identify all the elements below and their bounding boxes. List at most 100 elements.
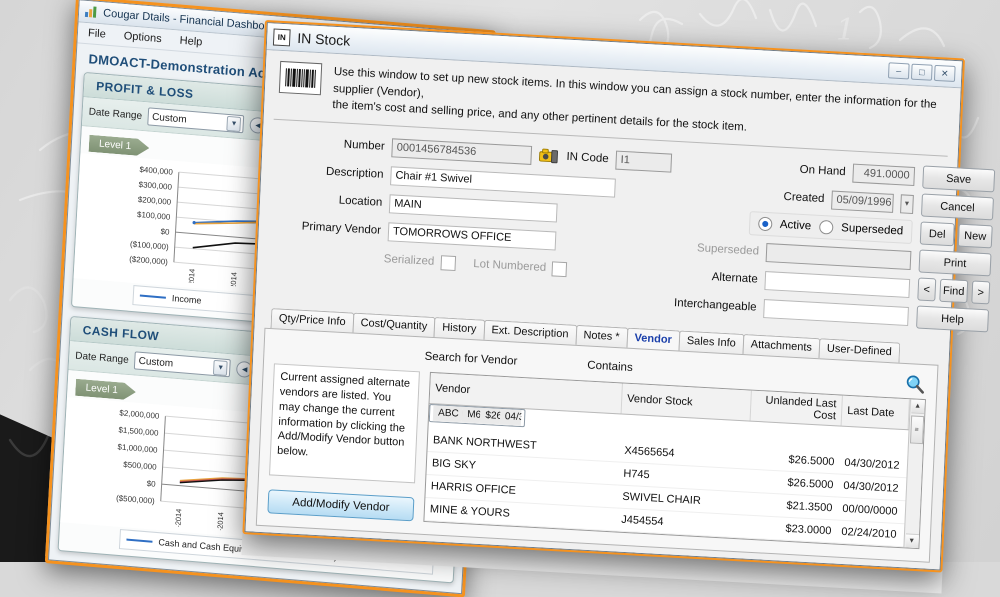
date-range-select-cf[interactable]: Custom ▼ [134, 351, 232, 378]
active-label: Active [779, 218, 812, 233]
vendor-tab-panel: Search for Vendor Contains Current assig… [255, 327, 939, 563]
add-modify-vendor-button[interactable]: Add/Modify Vendor [267, 489, 415, 522]
in-code-label: IN Code [566, 150, 609, 166]
svg-text:($500,000): ($500,000) [116, 494, 155, 506]
new-button[interactable]: New [957, 223, 993, 249]
scroll-down-icon[interactable]: ▼ [904, 533, 919, 549]
svg-text:$400,000: $400,000 [139, 165, 173, 177]
vendor-note-column: Current assigned alternate vendors are l… [267, 363, 420, 522]
chevron-down-icon[interactable]: ▼ [226, 115, 242, 133]
primary-vendor-field[interactable]: TOMORROWS OFFICE [387, 221, 557, 251]
serialized-group[interactable]: Serialized [383, 252, 456, 271]
legend-line-income [139, 294, 166, 299]
description-field[interactable]: Chair #1 Swivel [390, 165, 616, 198]
cancel-button[interactable]: Cancel [920, 193, 994, 221]
legend-label-income: Income [171, 293, 202, 306]
menu-item-options[interactable]: Options [123, 30, 162, 45]
in-stock-icon: IN [272, 27, 291, 46]
col-unlanded-last-cost[interactable]: Unlanded Last Cost [750, 390, 843, 427]
menu-item-file[interactable]: File [88, 27, 106, 40]
col-vendor-stock[interactable]: Vendor Stock [620, 383, 752, 422]
in-code-field[interactable]: I1 [615, 150, 673, 173]
number-label: Number [343, 138, 385, 153]
active-radio[interactable] [757, 216, 773, 232]
in-stock-body: Use this window to set up new stock item… [245, 50, 996, 570]
stock-form: Number 0001456784536 IN Code I1 Descript… [266, 120, 996, 339]
print-button[interactable]: Print [918, 249, 992, 277]
date-range-label-cf: Date Range [75, 350, 129, 366]
cell-vendor: ABC PUBLISHING [432, 405, 463, 423]
next-button[interactable]: > [971, 280, 991, 305]
svg-text:$0: $0 [146, 479, 156, 489]
menu-item-help[interactable]: Help [179, 35, 202, 49]
table-row[interactable]: ABC PUBLISHING M65836 $26.5000 04/30/201… [428, 403, 526, 428]
in-stock-minimize-button[interactable]: – [887, 62, 910, 80]
superseded-radio[interactable] [818, 219, 834, 235]
cell-stock: M65836 [461, 406, 481, 424]
date-range-label-pl: Date Range [88, 106, 143, 122]
tab-history[interactable]: History [433, 317, 485, 340]
svg-text:$2,000,000: $2,000,000 [119, 408, 160, 420]
interchangeable-label: Interchangeable [673, 297, 757, 314]
del-button[interactable]: Del [919, 221, 955, 247]
prev-button[interactable]: < [917, 277, 937, 302]
svg-text:($100,000): ($100,000) [130, 240, 169, 252]
serialized-checkbox[interactable] [439, 254, 456, 271]
save-button[interactable]: Save [922, 165, 996, 193]
barcode-icon [278, 60, 323, 96]
number-field[interactable]: 0001456784536 [391, 137, 533, 165]
row-interchangeable: Interchangeable [674, 292, 909, 327]
find-button[interactable]: Find [939, 278, 969, 304]
vendor-grid[interactable]: Vendor Vendor Stock Unlanded Last Cost L… [423, 371, 926, 550]
date-range-select-pl[interactable]: Custom ▼ [147, 107, 245, 134]
svg-text:$500,000: $500,000 [123, 460, 157, 472]
level-badge-pl[interactable]: Level 1 [89, 135, 150, 157]
find-nav-row: < Find > [917, 277, 991, 305]
scrollbar-thumb[interactable]: ≡ [909, 415, 924, 445]
vendor-table: Vendor Vendor Stock Unlanded Last Cost L… [424, 372, 910, 547]
description-label: Description [325, 165, 384, 181]
del-new-row: Del New [919, 221, 993, 249]
legend-line-cash [126, 538, 153, 543]
created-dropdown-icon[interactable]: ▼ [900, 193, 914, 214]
tab-notes[interactable]: Notes * [575, 324, 628, 348]
col-last-date[interactable]: Last Date [841, 395, 910, 430]
cell-cost: $26.5000 [479, 407, 501, 425]
level-badge-cf[interactable]: Level 1 [75, 379, 136, 401]
in-stock-maximize-button[interactable]: □ [910, 63, 933, 81]
svg-text:$0: $0 [160, 227, 170, 237]
on-hand-field[interactable]: 491.0000 [852, 163, 916, 186]
location-field[interactable]: MAIN [388, 193, 558, 223]
date-range-value-pl: Custom [151, 111, 187, 126]
alternate-field[interactable] [764, 270, 911, 298]
magnifier-icon[interactable] [902, 372, 927, 395]
bar-chart-icon [84, 6, 97, 18]
help-button[interactable]: Help [916, 305, 990, 333]
action-button-column: Save Cancel Del New Print < Find > Help [916, 165, 996, 337]
svg-text:$1,000,000: $1,000,000 [117, 442, 158, 454]
primary-vendor-label: Primary Vendor [301, 220, 382, 237]
lot-numbered-checkbox[interactable] [551, 260, 568, 277]
in-stock-close-button[interactable]: ✕ [933, 64, 956, 83]
cell-cost: $23.0000 [744, 514, 837, 544]
in-stock-window-buttons[interactable]: – □ ✕ [887, 62, 956, 83]
camera-icon [539, 148, 559, 164]
on-hand-label: On Hand [799, 163, 846, 179]
chevron-down-icon-cf[interactable]: ▼ [213, 359, 229, 377]
location-label: Location [338, 194, 383, 209]
status-radio-group[interactable]: Active Superseded [748, 211, 913, 245]
scroll-up-icon[interactable]: ▲ [910, 399, 925, 415]
alternate-label: Alternate [711, 271, 759, 286]
svg-text:$1,500,000: $1,500,000 [118, 425, 159, 437]
interchangeable-field[interactable] [763, 298, 909, 326]
svg-text:($200,000): ($200,000) [129, 255, 168, 267]
created-field[interactable]: 05/09/1996 [831, 190, 894, 213]
form-left-column: Number 0001456784536 IN Code I1 Descript… [270, 130, 673, 320]
lot-numbered-group[interactable]: Lot Numbered [473, 257, 568, 277]
in-stock-window[interactable]: IN IN Stock – □ ✕ Use this window to set… [241, 20, 996, 594]
search-for-vendor-label: Search for Vendor [424, 350, 518, 368]
superseded-label: Superseded [696, 242, 760, 258]
svg-text:$100,000: $100,000 [137, 210, 171, 222]
superseded-field[interactable] [765, 242, 912, 270]
serialized-label: Serialized [383, 253, 435, 268]
